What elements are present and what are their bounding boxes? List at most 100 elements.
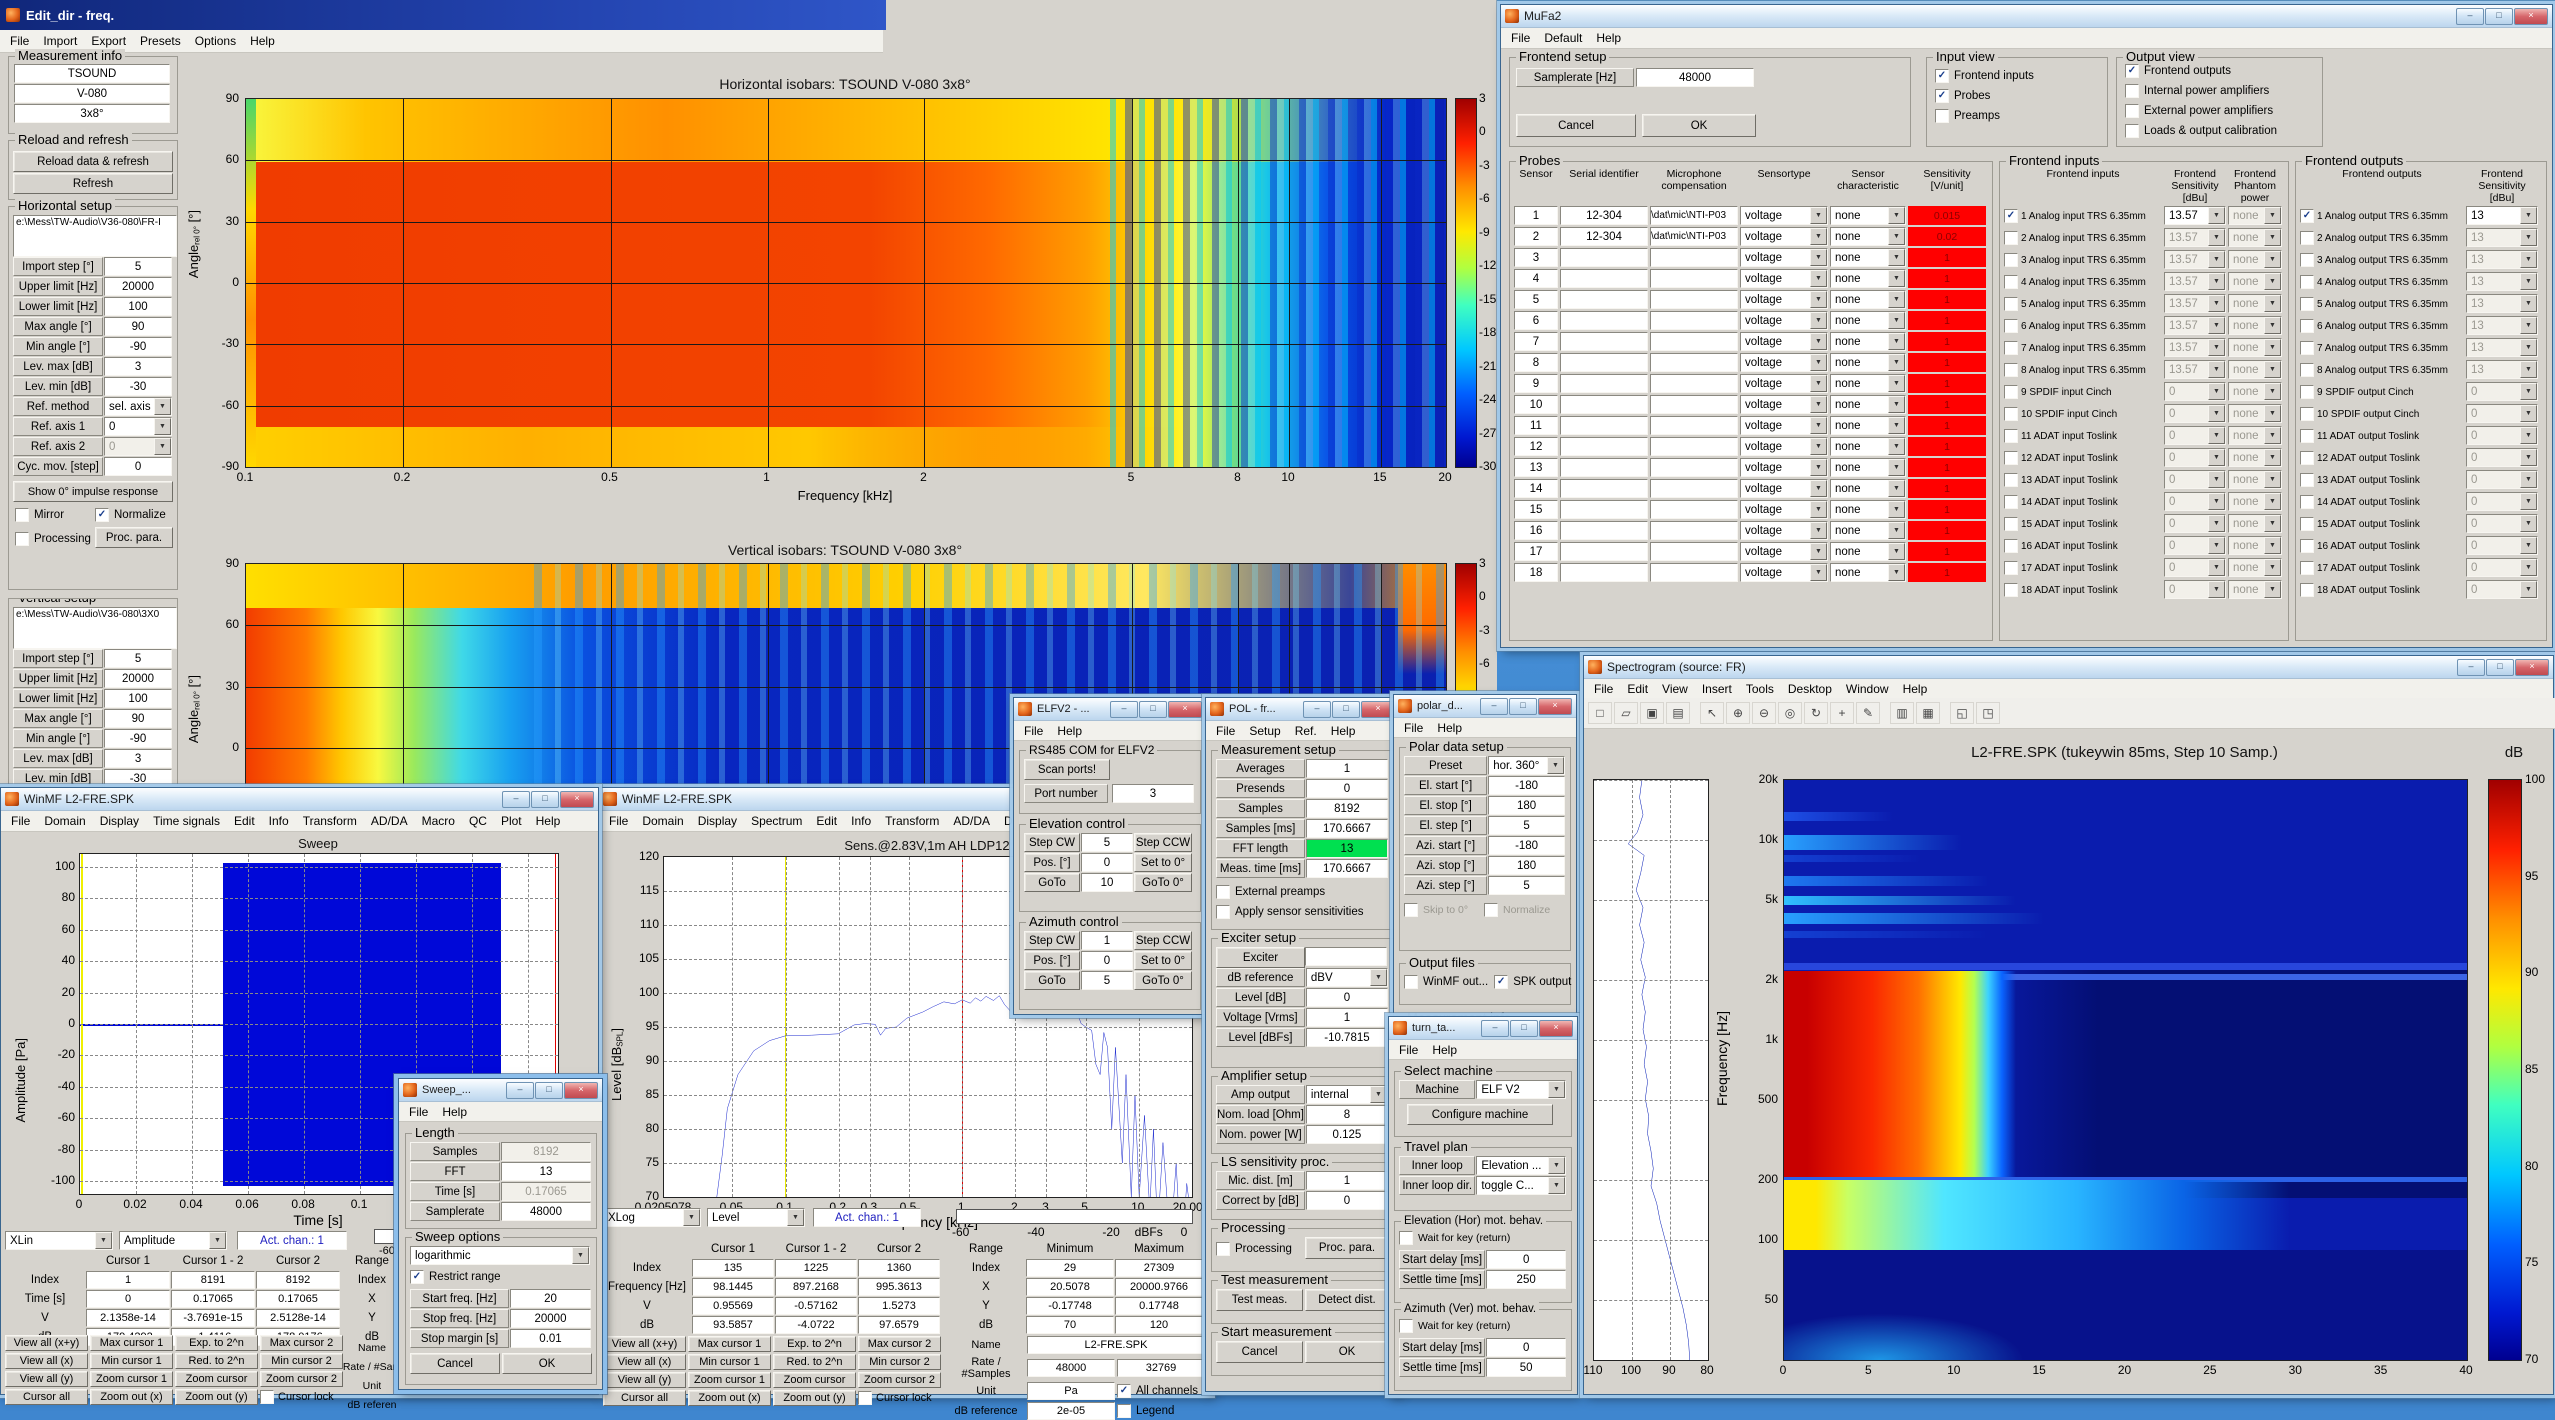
output-sensitivity-dropdown[interactable]: 0▼ (2466, 470, 2538, 489)
step-value[interactable]: 5 (1081, 833, 1133, 852)
field-value[interactable]: 3 (104, 357, 172, 376)
dropdown-arrow-icon[interactable]: ▼ (1810, 396, 1827, 413)
step-button[interactable]: GoTo 0° (1134, 971, 1192, 990)
frontend-output-row[interactable]: 3 Analog output TRS 6.35mm (2300, 250, 2464, 270)
checkbox[interactable]: ✓ (1935, 89, 1949, 103)
cursor-value[interactable]: 0.17065 (171, 1290, 255, 1308)
checkbox-row[interactable]: Loads & output calibration (2125, 121, 2320, 141)
reload-data-button[interactable]: Reload data & refresh (13, 151, 173, 172)
menu-item[interactable]: Window (1839, 680, 1896, 698)
checkbox[interactable] (260, 1390, 274, 1404)
dropdown-arrow-icon[interactable]: ▼ (2208, 273, 2225, 290)
input-sensitivity-dropdown[interactable]: 13.57▼ (2164, 272, 2226, 291)
step-value[interactable]: 1 (1081, 931, 1133, 950)
cursor-lock-row[interactable]: Cursor lock (858, 1390, 941, 1406)
yquantity-dropdown[interactable]: Level▼ (707, 1208, 805, 1227)
frontend-input-row[interactable]: 9 SPDIF input Cinch (2004, 382, 2162, 402)
sensitivity-cell[interactable]: 1 (1908, 500, 1986, 519)
sensitivity-cell[interactable]: 1 (1908, 479, 1986, 498)
mic-compensation-cell[interactable] (1650, 437, 1738, 456)
input-sensitivity-dropdown[interactable]: 0▼ (2164, 492, 2226, 511)
rate-value[interactable]: 48000 (1027, 1359, 1115, 1377)
menu-item[interactable]: AD/DA (364, 812, 415, 830)
dropdown-arrow-icon[interactable]: ▼ (2520, 559, 2537, 576)
field-value[interactable]: 1 (1306, 759, 1388, 778)
dropdown-arrow-icon[interactable]: ▼ (1810, 438, 1827, 455)
menu-item[interactable]: File (1017, 722, 1050, 740)
serial-identifier-cell[interactable] (1560, 311, 1648, 330)
info-item[interactable]: TSOUND (14, 64, 170, 83)
sensitivity-cell[interactable]: 1 (1908, 374, 1986, 393)
cursor-value[interactable]: 2.5128e-14 (256, 1309, 340, 1327)
grid-button[interactable]: Min cursor 2 (260, 1353, 343, 1369)
grid-button[interactable]: Red. to 2^n (175, 1353, 258, 1369)
input-sensitivity-dropdown[interactable]: 13.57▼ (2164, 206, 2226, 225)
processing-checkbox-row[interactable]: Processing (15, 529, 91, 549)
normalize-checkbox-row[interactable]: Normalize (1484, 900, 1550, 920)
dropdown-arrow-icon[interactable]: ▼ (2208, 449, 2225, 466)
field-value[interactable]: hor. 360°▼ (1488, 756, 1565, 775)
input-sensitivity-dropdown[interactable]: 13.57▼ (2164, 294, 2226, 313)
characteristic-dropdown[interactable]: none▼ (1830, 458, 1906, 477)
cursor-value[interactable]: 135 (692, 1259, 774, 1277)
close-button[interactable]: × (2514, 8, 2548, 25)
maximize-button[interactable]: □ (1509, 698, 1537, 715)
output-sensitivity-dropdown[interactable]: 13▼ (2466, 316, 2538, 335)
menu-item[interactable]: Edit (227, 812, 262, 830)
dropdown-arrow-icon[interactable]: ▼ (1888, 396, 1905, 413)
menu-item[interactable]: Domain (635, 812, 690, 830)
input-sensitivity-dropdown[interactable]: 0▼ (2164, 448, 2226, 467)
close-button[interactable]: × (1361, 701, 1395, 718)
menu-item[interactable]: File (602, 812, 635, 830)
sensortype-dropdown[interactable]: voltage▼ (1740, 227, 1828, 246)
sensitivity-cell[interactable]: 1 (1908, 563, 1986, 582)
characteristic-dropdown[interactable]: none▼ (1830, 290, 1906, 309)
sensor-number-cell[interactable]: 14 (1514, 479, 1558, 498)
phantom-power-dropdown[interactable]: none▼ (2228, 404, 2282, 423)
dropdown-arrow-icon[interactable]: ▼ (2208, 581, 2225, 598)
input-sensitivity-dropdown[interactable]: 13.57▼ (2164, 338, 2226, 357)
field-value[interactable]: 20000 (104, 277, 172, 296)
sensitivity-cell[interactable]: 1 (1908, 269, 1986, 288)
cursor-lock-row[interactable]: Cursor lock (260, 1389, 343, 1405)
frontend-input-row[interactable]: 3 Analog input TRS 6.35mm (2004, 250, 2162, 270)
test-meas-button[interactable]: Test meas. (1216, 1289, 1303, 1311)
frontend-input-row[interactable]: 15 ADAT input Toslink (2004, 514, 2162, 534)
phantom-power-dropdown[interactable]: none▼ (2228, 514, 2282, 533)
cursor-value[interactable]: 897.2168 (775, 1278, 857, 1296)
restrict-range-checkbox-row[interactable]: ✓Restrict range (410, 1267, 501, 1287)
field-value[interactable]: 5 (104, 257, 172, 276)
menu-item[interactable]: Insert (1695, 680, 1739, 698)
menu-item[interactable]: Display (93, 812, 146, 830)
new-file-icon[interactable]: □ (1588, 702, 1612, 724)
sensor-number-cell[interactable]: 9 (1514, 374, 1558, 393)
field-value[interactable]: -90 (104, 337, 172, 356)
dropdown-arrow-icon[interactable]: ▼ (2264, 471, 2281, 488)
dropdown-arrow-icon[interactable]: ▼ (1548, 1081, 1565, 1098)
serial-identifier-cell[interactable] (1560, 416, 1648, 435)
field-value[interactable]: 5 (1488, 816, 1565, 835)
sensitivity-cell[interactable]: 0.02 (1908, 227, 1986, 246)
frontend-output-row[interactable]: 13 ADAT output Toslink (2300, 470, 2464, 490)
menu-item[interactable]: Help (1896, 680, 1935, 698)
menu-item[interactable]: Edit (1620, 680, 1655, 698)
characteristic-dropdown[interactable]: none▼ (1830, 563, 1906, 582)
checkbox[interactable] (2004, 385, 2018, 399)
field-value[interactable]: 20000 (104, 669, 172, 688)
dropdown-arrow-icon[interactable]: ▼ (1888, 522, 1905, 539)
checkbox[interactable] (2300, 407, 2314, 421)
mufa2-titlebar[interactable]: MuFa2 –□× (1501, 5, 2552, 28)
frontend-input-row[interactable]: ✓1 Analog input TRS 6.35mm (2004, 206, 2162, 226)
grid-button[interactable]: View all (x) (5, 1353, 88, 1369)
dropdown-arrow-icon[interactable]: ▼ (1810, 417, 1827, 434)
field-value[interactable]: -10.7815 (1306, 1028, 1388, 1047)
field-value[interactable]: 0 (1306, 1191, 1388, 1210)
menu-item[interactable]: Macro (415, 812, 462, 830)
field-value[interactable]: toggle C...▼ (1476, 1176, 1566, 1195)
grid-button[interactable]: Max cursor 2 (260, 1335, 343, 1351)
dropdown-arrow-icon[interactable]: ▼ (572, 1247, 589, 1264)
dropdown-arrow-icon[interactable]: ▼ (1547, 757, 1564, 774)
field-value[interactable]: Elevation ...▼ (1476, 1156, 1566, 1175)
impulse-response-button[interactable]: Show 0° impulse response (13, 481, 173, 502)
dropdown-arrow-icon[interactable]: ▼ (1810, 501, 1827, 518)
